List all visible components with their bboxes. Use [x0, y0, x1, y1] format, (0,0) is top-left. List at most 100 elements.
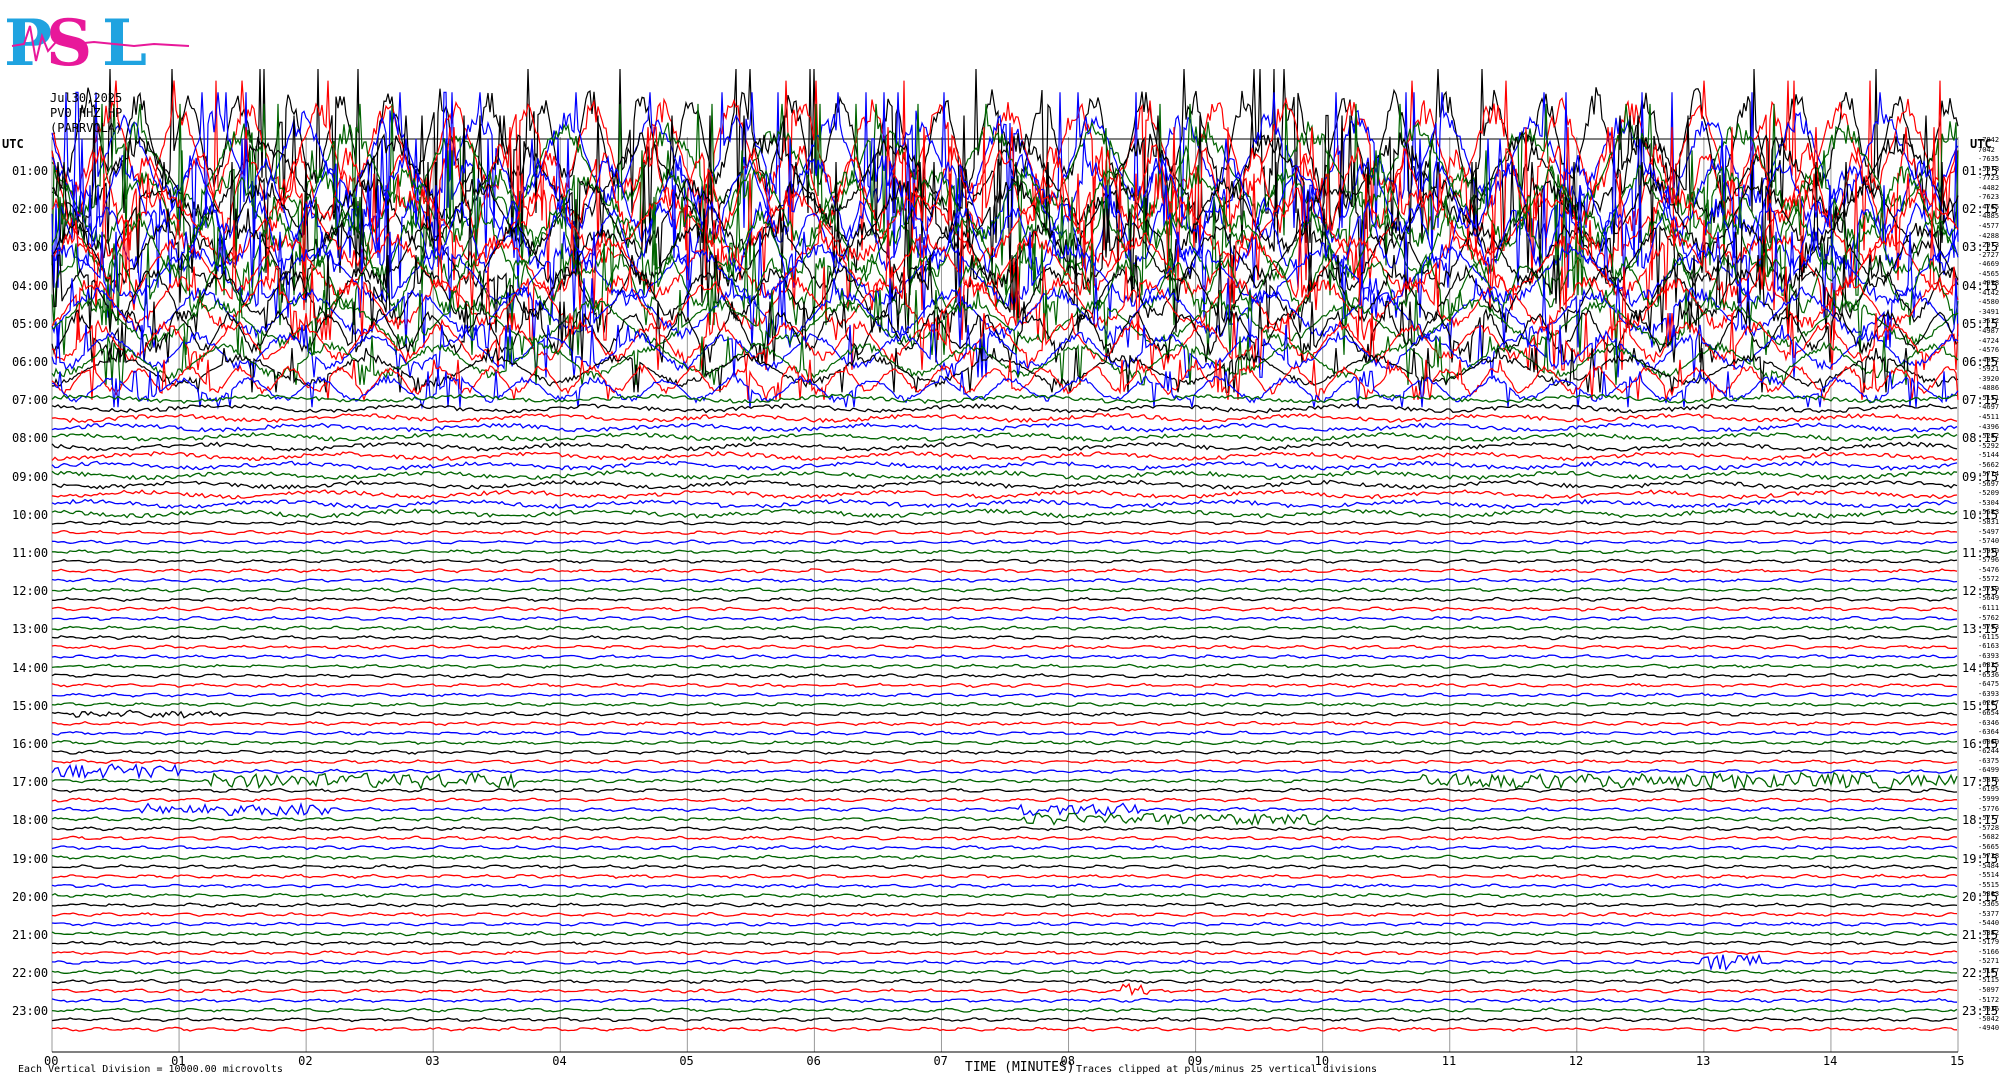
- left-hour-label: 18:00: [12, 813, 49, 828]
- left-hour-label: 09:00: [12, 469, 49, 484]
- trace-offset-label: -4697: [1978, 403, 2000, 412]
- trace-offset-label: -3532: [1978, 317, 2000, 326]
- trace-offset-label: -5209: [1978, 489, 2000, 498]
- trace-offset-label: -4565: [1978, 269, 2000, 278]
- x-tick-label: 02: [298, 1054, 313, 1068]
- trace-51: [51, 615, 1958, 622]
- seismic-traces: [51, 68, 1959, 1032]
- trace-offset-label: -5271: [1978, 957, 2000, 966]
- trace-offset-label: -5831: [1978, 518, 2000, 526]
- trace-41: [51, 520, 1958, 526]
- trace-75: [51, 844, 1958, 851]
- trace-offset-label: -5572: [1978, 575, 2000, 584]
- trace-48: [52, 587, 1958, 593]
- trace-offset-label: -7723: [1978, 174, 2000, 183]
- trace-79: [51, 883, 1958, 889]
- trace-offset-label: -5042: [1978, 1014, 2000, 1023]
- trace-offset-label: -4396: [1978, 422, 2000, 431]
- trace-offset-label: -6244: [1978, 747, 2000, 756]
- trace-91: [51, 997, 1958, 1004]
- trace-50: [51, 606, 1958, 612]
- trace-offset-label: -5738: [1978, 852, 2000, 861]
- trace-43: [51, 539, 1958, 545]
- x-axis-title: TIME (MINUTES): [965, 1060, 1075, 1075]
- left-hour-label: 21:00: [12, 928, 49, 942]
- trace-42: [51, 529, 1958, 536]
- trace-93: [51, 1016, 1958, 1023]
- trace-offset-label: -3920: [1978, 374, 2000, 383]
- trace-78: [51, 873, 1958, 880]
- trace-46: [51, 568, 1958, 574]
- trace-offset-label: -6375: [1978, 756, 2000, 765]
- trace-offset-label: -5179: [1978, 938, 2000, 947]
- trace-offset-label: -5921: [1978, 365, 2000, 374]
- trace-offset-label: -5649: [1978, 594, 2000, 603]
- trace-offset-label: -5759: [1978, 584, 2000, 593]
- trace-53: [51, 634, 1958, 641]
- trace-39: [51, 498, 1958, 510]
- trace-offset-label: -6335: [1978, 661, 2000, 670]
- trace-offset-label: -4511: [1978, 412, 2000, 421]
- trace-49: [51, 596, 1958, 603]
- trace-offset-label: -5187: [1978, 966, 2000, 975]
- trace-offset-label: -5377: [1978, 909, 2000, 918]
- trace-offset-label: -6654: [1978, 709, 2000, 717]
- left-hour-label: 12:00: [12, 584, 49, 599]
- clip-note: Traces clipped at plus/minus 25 vertical…: [1076, 1064, 1378, 1075]
- trace-offset-label: -5683: [1978, 508, 2000, 517]
- trace-40: [51, 508, 1958, 519]
- trace-74: [51, 835, 1958, 841]
- trace-offset-label: -6346: [1978, 718, 2000, 727]
- trace-88: [51, 969, 1958, 975]
- trace-offset-label: -4885: [1978, 212, 2000, 221]
- date-label: Jul30,2025: [50, 91, 123, 105]
- trace-92: [51, 1007, 1958, 1013]
- trace-87: [51, 953, 1958, 972]
- left-hour-label: 07:00: [12, 393, 49, 408]
- left-hour-label: 05:00: [12, 316, 49, 331]
- trace-offset-label: -4886: [1978, 384, 2000, 393]
- trace-offset-label: -5476: [1978, 565, 2000, 574]
- trace-offset-label: -5728: [1978, 823, 2000, 832]
- trace-69: [51, 787, 1958, 794]
- trace-offset-label: -5665: [1978, 842, 2000, 851]
- trace-offset-label: -5777: [1978, 814, 2000, 823]
- left-hour-label: 22:00: [12, 966, 49, 981]
- trace-offset-label: -6364: [1978, 728, 2000, 737]
- trace-72: [51, 812, 1958, 826]
- trace-offset-label: -5682: [1978, 833, 2000, 842]
- trace-offset-label: -5151: [1978, 393, 2000, 402]
- trace-35: [51, 460, 1958, 472]
- x-tick-label: 05: [679, 1054, 694, 1068]
- trace-offset-label: -4288: [1978, 231, 2000, 240]
- trace-offset-label: -5662: [1978, 460, 2000, 469]
- utc-left-label: UTC: [2, 137, 24, 151]
- trace-offset-label: -4577: [1978, 221, 2000, 230]
- trace-offset-label: -5776: [1978, 804, 2000, 813]
- trace-34: [51, 450, 1958, 462]
- trace-offset-label: -6267: [1978, 699, 2000, 708]
- trace-83: [51, 921, 1958, 927]
- trace-offset-label: -3491: [1978, 307, 2000, 316]
- trace-80: [51, 892, 1958, 899]
- trace-32: [51, 431, 1958, 443]
- trace-offset-label: -4580: [1978, 298, 2000, 307]
- trace-94: [52, 1026, 1958, 1032]
- trace-56: [51, 663, 1958, 669]
- trace-65: [51, 749, 1958, 755]
- vertical-division-note: Each Vertical Division = 10000.00 microv…: [18, 1064, 283, 1075]
- trace-85: [52, 940, 1957, 946]
- trace-offset-label: -2973: [1978, 241, 2000, 250]
- trace-70: [51, 797, 1957, 803]
- trace-offset-label: -5036: [1978, 1005, 2000, 1014]
- trace-54: [51, 644, 1957, 650]
- x-tick-label: 03: [425, 1054, 440, 1068]
- trace-81: [51, 902, 1958, 908]
- left-hour-label: 01:00: [12, 164, 49, 178]
- trace-71: [51, 802, 1957, 817]
- psl-logo: P S L: [4, 6, 194, 81]
- trace-offset-label: -6163: [1978, 642, 2000, 651]
- trace-offset-label: -6111: [1978, 603, 2000, 612]
- x-tick-label: 15: [1950, 1054, 1965, 1068]
- trace-76: [51, 854, 1958, 860]
